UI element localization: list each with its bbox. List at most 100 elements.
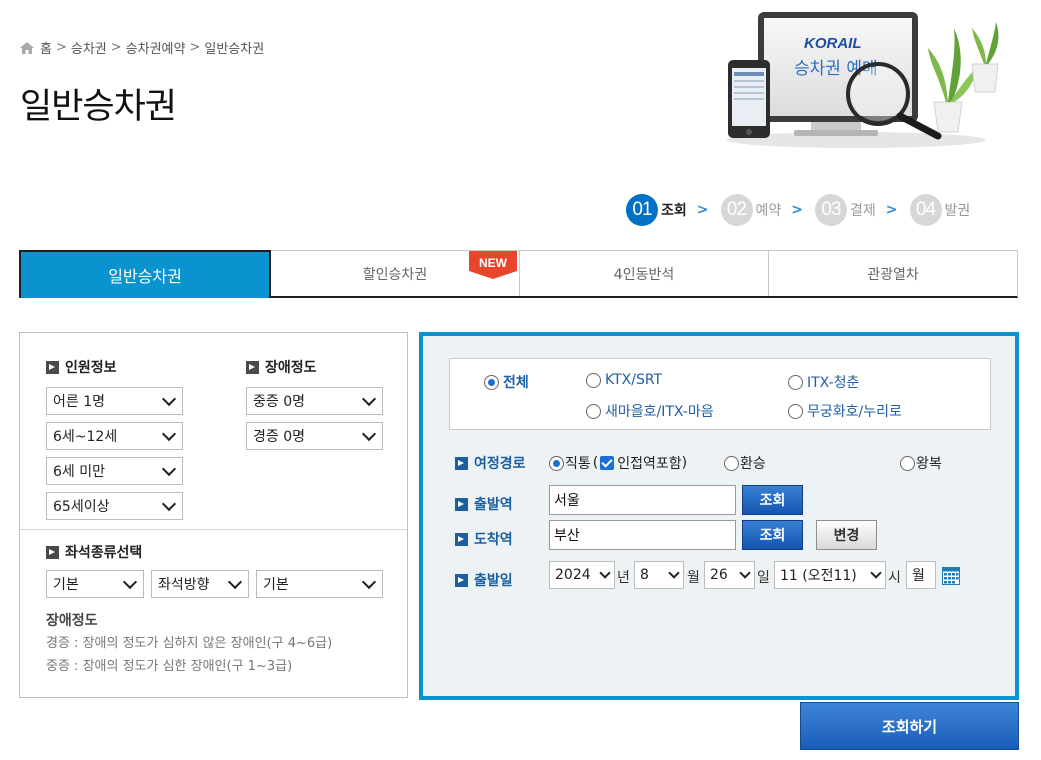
hero-brand: KORAIL [804, 35, 862, 52]
chevron-down-icon [361, 391, 377, 406]
senior-count-select[interactable]: 65세이상 [46, 492, 183, 520]
tab-label: 할인승차권 [362, 266, 428, 283]
arrow-bullet-icon [455, 573, 468, 587]
radio-unchecked-icon [586, 372, 601, 388]
step-number: 02 [720, 194, 753, 226]
departure-search-button[interactable]: 조회 [742, 485, 803, 515]
route-label: 여정경로 [455, 453, 526, 473]
radio-unchecked-icon [900, 455, 915, 471]
breadcrumb-current: 일반승차권 [204, 42, 265, 57]
new-badge: NEW [469, 251, 517, 279]
child-count-select[interactable]: 6세~12세 [46, 422, 183, 450]
step-number: 01 [626, 194, 658, 226]
departure-station-input[interactable]: 서울 [549, 485, 736, 515]
route-direct-radio[interactable]: 직통 ( 인접역포함 ) [549, 453, 687, 473]
breadcrumb-home[interactable]: 홈 [40, 38, 52, 57]
home-icon[interactable] [20, 41, 34, 54]
adult-count-select[interactable]: 어른 1명 [46, 387, 183, 415]
train-type-itx-cheongchun-radio[interactable]: ITX-청춘 [788, 372, 859, 392]
radio-unchecked-icon [788, 374, 803, 390]
arrow-bullet-icon [455, 497, 468, 511]
tab-four-companion-seat[interactable]: 4인동반석 [520, 251, 769, 296]
arrival-label: 도착역 [455, 529, 513, 549]
infant-count-select[interactable]: 6세 미만 [46, 457, 183, 485]
radio-unchecked-icon [586, 403, 601, 419]
route-transfer-radio[interactable]: 환승 [724, 453, 766, 473]
breadcrumb: 홈 > 승차권 > 승차권예약 > 일반승차권 [20, 38, 264, 57]
year-unit: 년 [617, 570, 630, 586]
chevron-down-icon [361, 574, 377, 589]
page-title: 일반승차권 [20, 87, 177, 127]
breadcrumb-separator: > [189, 40, 201, 55]
month-select[interactable]: 8 [634, 561, 684, 589]
section-divider [20, 529, 407, 530]
chevron-down-icon [870, 567, 882, 579]
step-label: 결제 [850, 203, 876, 219]
breadcrumb-ticket[interactable]: 승차권 [71, 38, 107, 57]
chevron-down-icon [161, 461, 177, 476]
include-nearby-checkbox[interactable] [600, 456, 615, 470]
severe-disability-select[interactable]: 중증 0명 [246, 387, 383, 415]
chevron-down-icon [122, 574, 138, 589]
chevron-right-icon: > [791, 202, 803, 218]
step-payment: 03 결제 > [815, 194, 898, 226]
tab-discount-ticket[interactable]: 할인승차권 NEW [271, 251, 520, 296]
chevron-down-icon [161, 496, 177, 511]
calendar-icon[interactable] [942, 567, 960, 585]
step-issue: 04 발권 [909, 194, 971, 226]
reservation-steps: 01 조회 > 02 예약 > 03 결제 > 04 발권 [626, 194, 982, 226]
tab-general-ticket[interactable]: 일반승차권 [19, 250, 271, 298]
radio-unchecked-icon [788, 403, 803, 419]
swap-stations-button[interactable]: 변경 [816, 520, 877, 550]
arrival-station-input[interactable]: 부산 [549, 520, 736, 550]
route-round-trip-radio[interactable]: 왕복 [900, 453, 942, 473]
radio-checked-icon [484, 374, 499, 390]
hour-unit: 시 [888, 570, 901, 586]
chevron-right-icon: > [696, 202, 709, 218]
arrow-bullet-icon [46, 360, 59, 374]
weekday-display: 월 [906, 561, 936, 589]
mild-disability-select[interactable]: 경증 0명 [246, 422, 383, 450]
year-select[interactable]: 2024 [549, 561, 615, 589]
chevron-down-icon [361, 426, 377, 441]
route-panel: 전체 KTX/SRT ITX-청춘 새마을호/ITX-마음 무궁화호/누리로 여… [419, 332, 1019, 700]
svg-text:NEW: NEW [479, 256, 508, 270]
arrow-bullet-icon [455, 456, 468, 470]
chevron-down-icon [739, 567, 751, 579]
day-unit: 일 [757, 570, 770, 586]
train-type-ktx-srt-radio[interactable]: KTX/SRT [586, 372, 662, 388]
disability-title: 장애정도 [246, 357, 317, 377]
departure-date-label: 출발일 [455, 570, 513, 590]
step-number: 03 [815, 194, 847, 226]
chevron-down-icon [161, 426, 177, 441]
step-label: 발권 [944, 203, 971, 219]
arrival-search-button[interactable]: 조회 [742, 520, 803, 550]
disability-note-title: 장애정도 [46, 613, 98, 629]
train-type-mugunghwa-radio[interactable]: 무궁화호/누리로 [788, 401, 902, 421]
seat-option-select[interactable]: 기본 [256, 570, 383, 598]
chevron-down-icon [161, 391, 177, 406]
step-reserve: 02 예약 > [720, 194, 803, 226]
day-select[interactable]: 26 [704, 561, 755, 589]
disability-note-mild: 경증 : 장애의 정도가 심하지 않은 장애인(구 4~6급) [46, 636, 333, 651]
step-search: 01 조회 > [626, 194, 709, 226]
hour-select[interactable]: 11 (오전11) [774, 561, 886, 589]
search-trains-button[interactable]: 조회하기 [800, 702, 1019, 750]
passenger-info-title: 인원정보 [46, 357, 117, 377]
train-type-box: 전체 KTX/SRT ITX-청춘 새마을호/ITX-마음 무궁화호/누리로 [449, 358, 991, 430]
arrow-bullet-icon [246, 360, 259, 374]
train-type-all-radio[interactable]: 전체 [484, 372, 529, 392]
ticket-type-tabs: 일반승차권 할인승차권 NEW 4인동반석 관광열차 [19, 250, 1018, 298]
seat-direction-select[interactable]: 좌석방향 [151, 570, 249, 598]
chevron-down-icon [668, 567, 680, 579]
breadcrumb-separator: > [110, 40, 122, 55]
seat-type-title: 좌석종류선택 [46, 542, 142, 562]
chevron-down-icon [227, 574, 243, 589]
arrow-bullet-icon [455, 532, 468, 546]
korail-hero-illustration: KORAIL 승차권 예매 [726, 12, 999, 148]
breadcrumb-reservation[interactable]: 승차권예약 [126, 38, 186, 57]
seat-type-select[interactable]: 기본 [46, 570, 144, 598]
chevron-down-icon [599, 567, 611, 579]
train-type-saemaeul-radio[interactable]: 새마을호/ITX-마음 [586, 401, 714, 421]
tab-tourist-train[interactable]: 관광열차 [769, 251, 1017, 296]
